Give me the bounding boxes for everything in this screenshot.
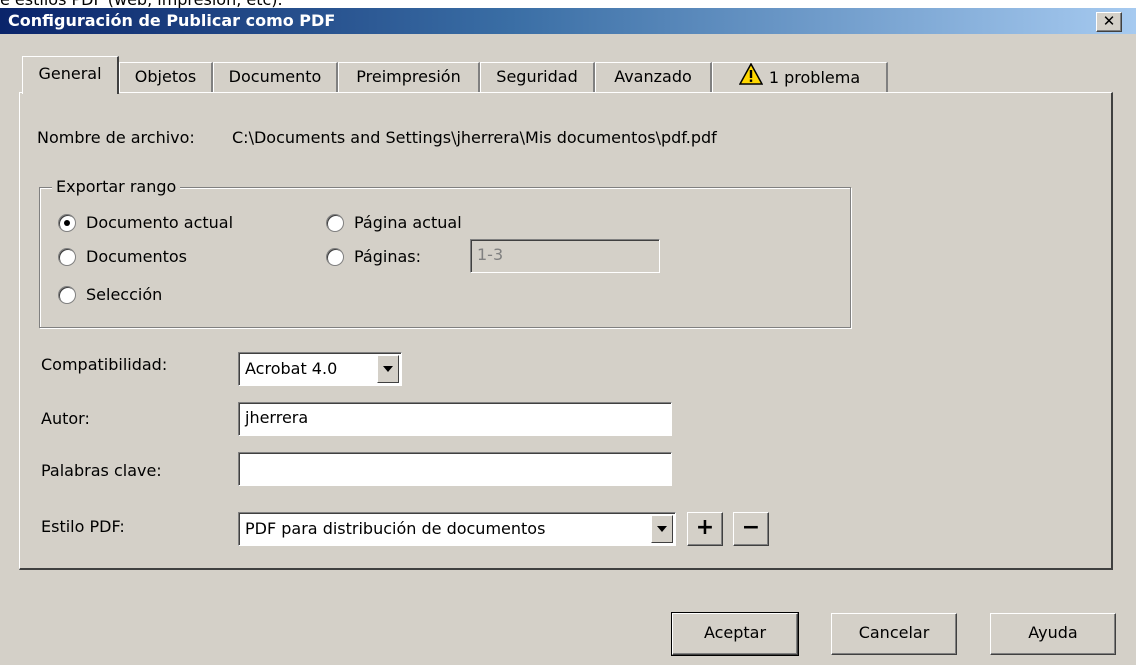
tab-label: Avanzado bbox=[614, 67, 692, 86]
tab-avanzado[interactable]: Avanzado bbox=[595, 62, 712, 93]
radio-label: Página actual bbox=[354, 213, 462, 232]
tab-panel-general bbox=[19, 92, 1113, 570]
cancel-button[interactable]: Cancelar bbox=[831, 613, 957, 655]
keywords-input[interactable] bbox=[238, 452, 672, 486]
compatibility-value: Acrobat 4.0 bbox=[245, 359, 338, 378]
chevron-down-icon[interactable] bbox=[377, 355, 399, 383]
radio-current-page[interactable]: Página actual bbox=[326, 213, 462, 232]
title-bar[interactable]: Configuración de Publicar como PDF ✕ bbox=[0, 8, 1136, 34]
tab-label: Seguridad bbox=[496, 67, 578, 86]
radio-button bbox=[58, 247, 76, 266]
tab-problems[interactable]: 1 problema bbox=[712, 62, 888, 93]
tab-label: General bbox=[38, 64, 102, 83]
radio-button-checked bbox=[58, 213, 76, 232]
author-label: Autor: bbox=[41, 409, 90, 428]
tab-label: Documento bbox=[228, 67, 322, 86]
compatibility-select[interactable]: Acrobat 4.0 bbox=[238, 352, 402, 386]
export-range-legend: Exportar rango bbox=[52, 177, 181, 196]
plus-icon: + bbox=[695, 515, 715, 540]
tab-label: Preimpresión bbox=[356, 67, 461, 86]
radio-button bbox=[326, 247, 344, 266]
filename-value: C:\Documents and Settings\jherrera\Mis d… bbox=[232, 128, 717, 147]
radio-label: Documento actual bbox=[86, 213, 234, 232]
close-button[interactable]: ✕ bbox=[1096, 12, 1122, 32]
radio-label: Documentos bbox=[86, 247, 188, 266]
tab-objetos[interactable]: Objetos bbox=[119, 62, 213, 93]
pages-range-input[interactable]: 1-3 bbox=[470, 239, 660, 273]
tab-label: Objetos bbox=[134, 67, 197, 86]
compatibility-label: Compatibilidad: bbox=[41, 355, 168, 374]
filename-label: Nombre de archivo: bbox=[37, 128, 195, 147]
add-style-button[interactable]: + bbox=[687, 512, 723, 546]
chevron-down-icon[interactable] bbox=[651, 515, 673, 543]
radio-button bbox=[58, 285, 76, 304]
pdf-style-select[interactable]: PDF para distribución de documentos bbox=[238, 512, 676, 546]
radio-button bbox=[326, 213, 344, 232]
tab-preimpresion[interactable]: Preimpresión bbox=[338, 62, 480, 93]
tab-general[interactable]: General bbox=[22, 56, 119, 94]
radio-selection[interactable]: Selección bbox=[58, 285, 162, 304]
background-text-snippet: e estilos PDF (web, impresión, etc). bbox=[0, 0, 600, 9]
help-button[interactable]: Ayuda bbox=[990, 613, 1116, 655]
tab-seguridad[interactable]: Seguridad bbox=[480, 62, 595, 93]
radio-pages[interactable]: Páginas: bbox=[326, 247, 421, 266]
tab-label: 1 problema bbox=[768, 68, 861, 87]
radio-current-document[interactable]: Documento actual bbox=[58, 213, 233, 232]
keywords-label: Palabras clave: bbox=[41, 461, 162, 480]
close-icon: ✕ bbox=[1102, 12, 1116, 30]
ok-button[interactable]: Aceptar bbox=[671, 612, 799, 656]
dialog-title: Configuración de Publicar como PDF bbox=[8, 11, 336, 30]
tab-documento[interactable]: Documento bbox=[213, 62, 338, 93]
radio-documents[interactable]: Documentos bbox=[58, 247, 187, 266]
pdf-style-label: Estilo PDF: bbox=[41, 517, 125, 536]
author-input[interactable]: jherrera bbox=[238, 402, 672, 436]
minus-icon: − bbox=[741, 515, 761, 540]
radio-label: Páginas: bbox=[354, 247, 422, 266]
remove-style-button[interactable]: − bbox=[733, 512, 769, 546]
pdf-style-value: PDF para distribución de documentos bbox=[245, 519, 546, 538]
radio-label: Selección bbox=[86, 285, 163, 304]
warning-icon bbox=[738, 62, 764, 94]
